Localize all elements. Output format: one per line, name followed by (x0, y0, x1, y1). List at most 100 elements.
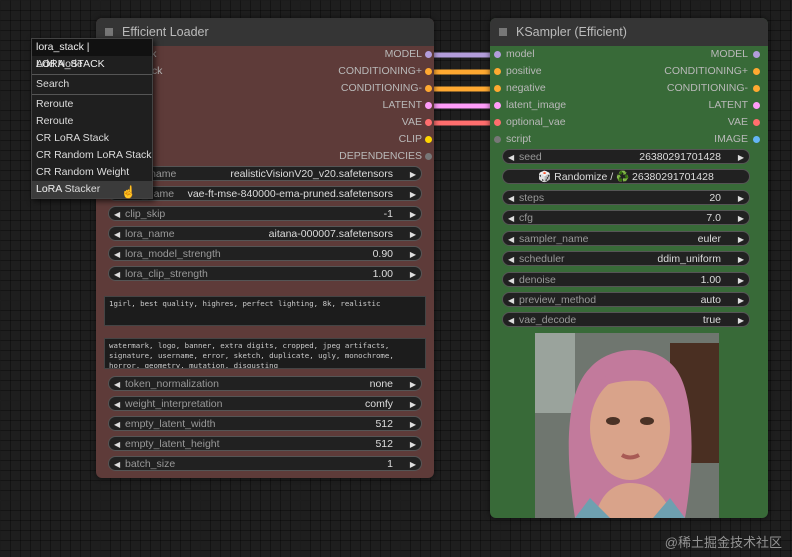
increment-arrow-icon[interactable]: ▶ (738, 293, 744, 308)
decrement-arrow-icon[interactable]: ◀ (114, 397, 120, 412)
decrement-arrow-icon[interactable]: ◀ (508, 191, 514, 206)
increment-arrow-icon[interactable]: ▶ (738, 191, 744, 206)
increment-arrow-icon[interactable]: ▶ (738, 211, 744, 226)
output-dot-icon[interactable] (753, 85, 760, 92)
output-dot-icon[interactable] (753, 102, 760, 109)
increment-arrow-icon[interactable]: ▶ (738, 232, 744, 247)
decrement-arrow-icon[interactable]: ◀ (508, 232, 514, 247)
weight-interpretation-widget[interactable]: ◀ weight_interpretation comfy ▶ (108, 396, 422, 411)
lora-model-strength-widget[interactable]: ◀ lora_model_strength 0.90 ▶ (108, 246, 422, 261)
input-slot-positive[interactable]: positive (494, 63, 542, 80)
increment-arrow-icon[interactable]: ▶ (738, 273, 744, 288)
input-slot-optional-vae[interactable]: optional_vae (494, 114, 566, 131)
output-dot-icon[interactable] (425, 51, 432, 58)
seed-widget[interactable]: ◀ seed 26380291701428 ▶ (502, 149, 750, 164)
input-slot-script[interactable]: script (494, 131, 531, 148)
batch-size-widget[interactable]: ◀ batch_size 1 ▶ (108, 456, 422, 471)
output-dot-icon[interactable] (425, 102, 432, 109)
output-slot-latent[interactable]: LATENT (222, 97, 432, 114)
decrement-arrow-icon[interactable]: ◀ (114, 267, 120, 282)
positive-prompt-textbox[interactable]: 1girl, best quality, highres, perfect li… (104, 296, 426, 326)
increment-arrow-icon[interactable]: ▶ (738, 252, 744, 267)
output-slot-vae[interactable]: VAE (628, 114, 760, 131)
output-slot-latent[interactable]: LATENT (628, 97, 760, 114)
decrement-arrow-icon[interactable]: ◀ (508, 313, 514, 328)
output-slot-dependencies[interactable]: DEPENDENCIES (222, 148, 432, 165)
randomize-seed-button[interactable]: 🎲 Randomize / ♻️ 26380291701428 (502, 169, 750, 184)
cfg-widget[interactable]: ◀ cfg 7.0 ▶ (502, 210, 750, 226)
increment-arrow-icon[interactable]: ▶ (410, 207, 416, 222)
input-slot-negative[interactable]: negative (494, 80, 546, 97)
menu-item-search[interactable]: Search (32, 76, 152, 93)
increment-arrow-icon[interactable]: ▶ (410, 167, 416, 182)
ksampler-title-bar[interactable]: KSampler (Efficient) (490, 18, 768, 46)
menu-item-reroute[interactable]: Reroute (32, 96, 152, 113)
decrement-arrow-icon[interactable]: ◀ (114, 457, 120, 472)
increment-arrow-icon[interactable]: ▶ (410, 417, 416, 432)
output-dot-icon[interactable] (425, 85, 432, 92)
output-slot-conditioning[interactable]: CONDITIONING+ (222, 63, 432, 80)
input-dot-icon[interactable] (494, 136, 501, 143)
input-dot-icon[interactable] (494, 119, 501, 126)
collapse-dot-icon[interactable] (105, 28, 113, 36)
increment-arrow-icon[interactable]: ▶ (410, 267, 416, 282)
input-dot-icon[interactable] (494, 85, 501, 92)
negative-prompt-textbox[interactable]: watermark, logo, banner, extra digits, c… (104, 338, 426, 369)
sampler-name-widget[interactable]: ◀ sampler_name euler ▶ (502, 230, 750, 247)
ksampler-node[interactable]: KSampler (Efficient) model positive negati… (490, 18, 768, 518)
decrement-arrow-icon[interactable]: ◀ (114, 437, 120, 452)
output-slot-vae[interactable]: VAE (222, 114, 432, 131)
increment-arrow-icon[interactable]: ▶ (410, 187, 416, 202)
output-dot-icon[interactable] (425, 136, 432, 143)
output-dot-icon[interactable] (753, 136, 760, 143)
token-normalization-widget[interactable]: ◀ token_normalization none ▶ (108, 376, 422, 391)
clip-skip-widget[interactable]: ◀ clip_skip -1 ▶ (108, 206, 422, 221)
input-slot-latent-image[interactable]: latent_image (494, 97, 566, 114)
decrement-arrow-icon[interactable]: ◀ (114, 247, 120, 262)
output-dot-icon[interactable] (753, 119, 760, 126)
output-dot-icon[interactable] (425, 153, 432, 160)
increment-arrow-icon[interactable]: ▶ (410, 397, 416, 412)
steps-widget[interactable]: ◀ steps 20 ▶ (502, 190, 750, 205)
increment-arrow-icon[interactable]: ▶ (410, 227, 416, 242)
input-dot-icon[interactable] (494, 51, 501, 58)
output-dot-icon[interactable] (753, 51, 760, 58)
increment-arrow-icon[interactable]: ▶ (738, 150, 744, 165)
output-slot-conditioning[interactable]: CONDITIONING- (222, 80, 432, 97)
empty-latent-height-widget[interactable]: ◀ empty_latent_height 512 ▶ (108, 436, 422, 451)
input-slot-model[interactable]: model (494, 46, 535, 63)
increment-arrow-icon[interactable]: ▶ (410, 457, 416, 472)
decrement-arrow-icon[interactable]: ◀ (114, 227, 120, 242)
menu-item-reroute[interactable]: Reroute (32, 113, 152, 130)
input-dot-icon[interactable] (494, 102, 501, 109)
output-slot-model[interactable]: MODEL (222, 46, 432, 63)
menu-item-cr-lora-stack[interactable]: CR LoRA Stack (32, 130, 152, 147)
output-slot-conditioning[interactable]: CONDITIONING+ (628, 63, 760, 80)
vae-decode-widget[interactable]: ◀ vae_decode true ▶ (502, 312, 750, 328)
input-dot-icon[interactable] (494, 68, 501, 75)
menu-item-cr-random-weight-lora[interactable]: CR Random Weight LoRA (32, 164, 152, 195)
output-slot-model[interactable]: MODEL (628, 46, 760, 63)
output-slot-clip[interactable]: CLIP (222, 131, 432, 148)
ckpt-name-widget[interactable]: ◀ckpt_namerealisticVisionV20_v20.safeten… (108, 166, 422, 181)
lora-clip-strength-widget[interactable]: ◀ lora_clip_strength 1.00 ▶ (108, 266, 422, 281)
increment-arrow-icon[interactable]: ▶ (410, 377, 416, 392)
decrement-arrow-icon[interactable]: ◀ (114, 207, 120, 222)
decrement-arrow-icon[interactable]: ◀ (508, 273, 514, 288)
preview-method-widget[interactable]: ◀ preview_method auto ▶ (502, 292, 750, 307)
empty-latent-width-widget[interactable]: ◀ empty_latent_width 512 ▶ (108, 416, 422, 431)
increment-arrow-icon[interactable]: ▶ (738, 313, 744, 328)
menu-item-cr-random-lora-stack[interactable]: CR Random LoRA Stack (32, 147, 152, 164)
denoise-widget[interactable]: ◀ denoise 1.00 ▶ (502, 271, 750, 288)
scheduler-widget[interactable]: ◀ scheduler ddim_uniform ▶ (502, 251, 750, 267)
output-dot-icon[interactable] (753, 68, 760, 75)
collapse-dot-icon[interactable] (499, 28, 507, 36)
decrement-arrow-icon[interactable]: ◀ (508, 293, 514, 308)
output-dot-icon[interactable] (425, 119, 432, 126)
vae-name-widget[interactable]: ◀vae_namevae-ft-mse-840000-ema-pruned.sa… (108, 186, 422, 201)
output-slot-conditioning[interactable]: CONDITIONING- (628, 80, 760, 97)
increment-arrow-icon[interactable]: ▶ (410, 247, 416, 262)
output-slot-image[interactable]: IMAGE (628, 131, 760, 148)
decrement-arrow-icon[interactable]: ◀ (508, 252, 514, 267)
decrement-arrow-icon[interactable]: ◀ (114, 377, 120, 392)
